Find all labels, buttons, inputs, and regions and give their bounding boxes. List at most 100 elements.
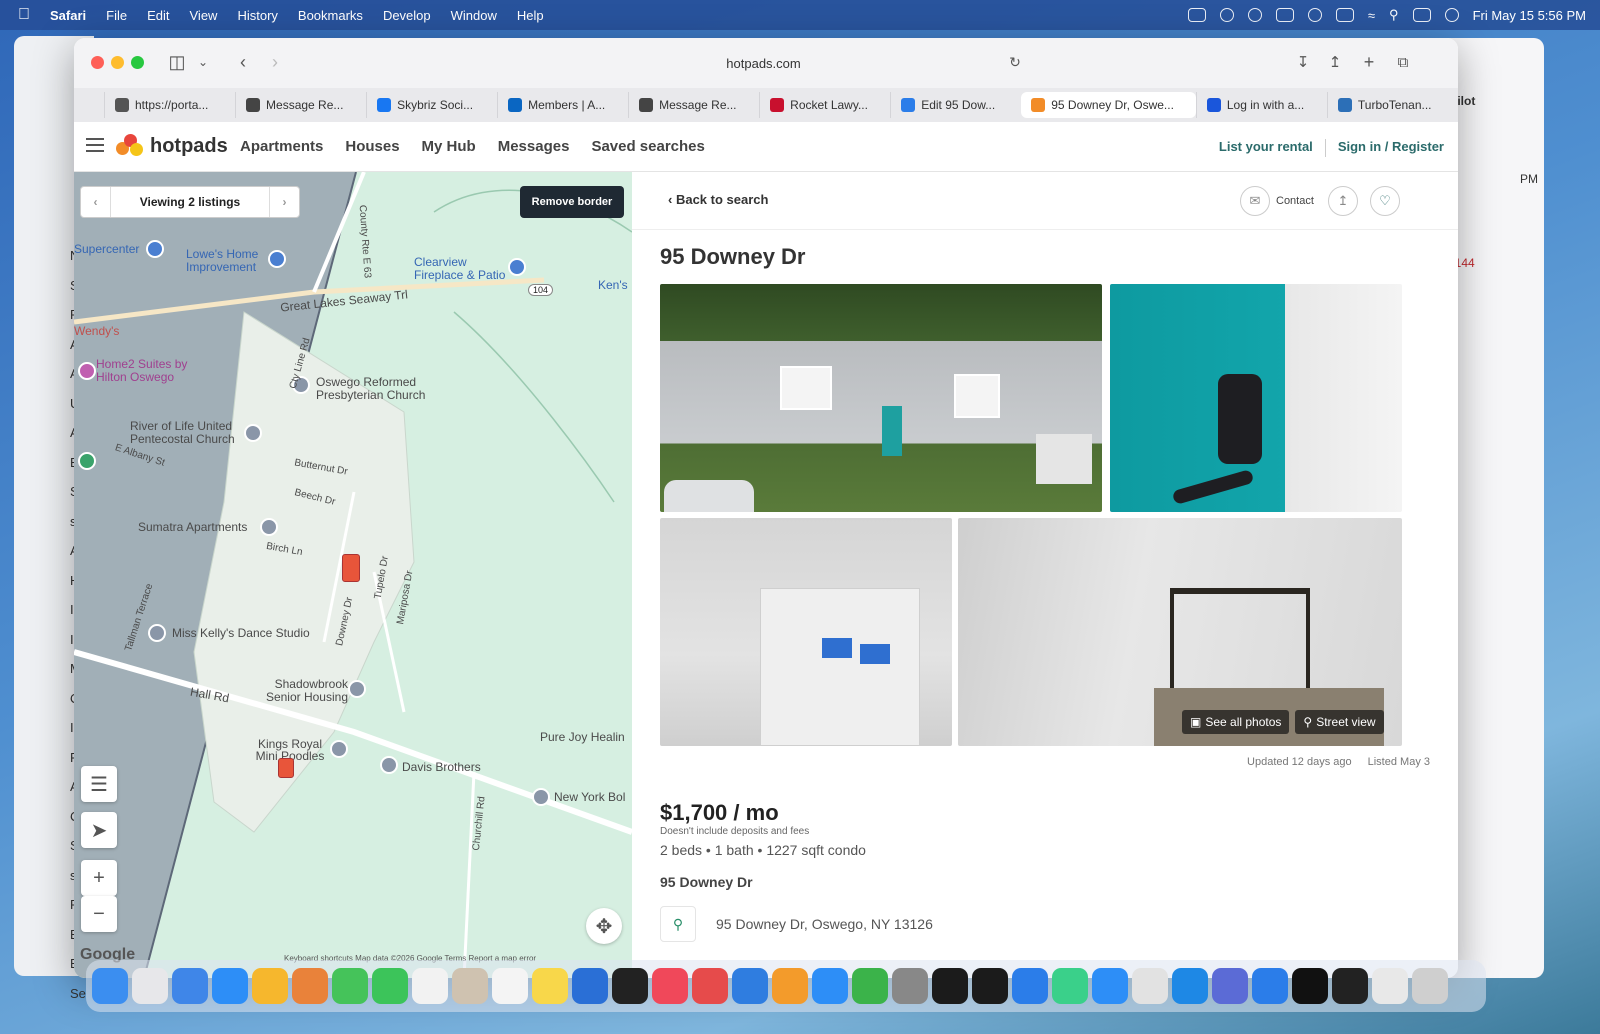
dock-app-icon[interactable] <box>932 968 968 1004</box>
dock-app-icon[interactable] <box>1212 968 1248 1004</box>
listing-marker-icon[interactable] <box>342 554 360 582</box>
dock-app-icon[interactable] <box>172 968 208 1004</box>
browser-tab[interactable]: Skybriz Soci... <box>366 92 497 118</box>
dock-app-icon[interactable] <box>572 968 608 1004</box>
siri-icon[interactable] <box>1444 8 1459 22</box>
dock-app-icon[interactable] <box>212 968 248 1004</box>
browser-tab[interactable]: Edit 95 Dow... <box>890 92 1021 118</box>
dock-app-icon[interactable] <box>332 968 368 1004</box>
dock-app-icon[interactable] <box>772 968 808 1004</box>
listing-marker-icon[interactable] <box>278 758 294 778</box>
menu-edit[interactable]: Edit <box>147 8 169 23</box>
location-icon[interactable]: ➤ <box>81 812 117 848</box>
back-to-search-link[interactable]: ‹ Back to search <box>668 192 768 207</box>
zoom-out-button[interactable]: − <box>81 896 117 932</box>
dock-app-icon[interactable] <box>1252 968 1288 1004</box>
prev-listing-button[interactable]: ‹ <box>81 187 111 217</box>
share-icon[interactable]: ↥ <box>1324 52 1346 72</box>
nav-houses[interactable]: Houses <box>345 138 399 155</box>
map-label[interactable]: Miss Kelly's Dance Studio <box>172 626 310 640</box>
hotpads-logo[interactable]: hotpads <box>116 134 228 158</box>
dock-app-icon[interactable] <box>92 968 128 1004</box>
zoom-window-button[interactable] <box>131 56 144 69</box>
dock-app-icon[interactable] <box>412 968 448 1004</box>
dock-app-icon[interactable] <box>1012 968 1048 1004</box>
map-label[interactable]: River of Life United Pentecostal Church <box>130 420 250 446</box>
dock-app-icon[interactable] <box>1332 968 1368 1004</box>
browser-tab[interactable]: Message Re... <box>235 92 366 118</box>
dock-app-icon[interactable] <box>252 968 288 1004</box>
dock-app-icon[interactable] <box>612 968 648 1004</box>
reload-icon[interactable]: ↻ <box>1004 52 1026 72</box>
dock-app-icon[interactable] <box>372 968 408 1004</box>
map-label[interactable]: Shadowbrook Senior Housing <box>258 678 348 704</box>
dock-app-icon[interactable] <box>1092 968 1128 1004</box>
photo-house-exterior[interactable] <box>660 284 1102 512</box>
menu-file[interactable]: File <box>106 8 127 23</box>
forward-icon[interactable]: › <box>264 52 286 72</box>
sign-in-link[interactable]: Sign in / Register <box>1338 139 1444 157</box>
street-view-button[interactable]: ⚲ Street view <box>1295 710 1384 734</box>
status-icon[interactable] <box>1219 8 1234 22</box>
remove-border-button[interactable]: Remove border <box>520 186 624 218</box>
sidebar-toggle-icon[interactable]: ◫ <box>166 52 188 72</box>
map-panel[interactable]: ‹ Viewing 2 listings › Remove border Sup… <box>74 172 632 978</box>
browser-tab[interactable]: Message Re... <box>628 92 759 118</box>
map-label[interactable]: Wendy's <box>74 324 119 338</box>
map-label[interactable]: Clearview Fireplace & Patio <box>414 256 514 282</box>
apple-icon[interactable]:  <box>18 6 30 24</box>
new-tab-icon[interactable]: + <box>1358 52 1380 72</box>
nav-my-hub[interactable]: My Hub <box>422 138 476 155</box>
nav-apartments[interactable]: Apartments <box>240 138 323 155</box>
dock-app-icon[interactable] <box>892 968 928 1004</box>
minimize-window-button[interactable] <box>111 56 124 69</box>
map-label[interactable]: Home2 Suites by Hilton Oswego <box>96 358 206 384</box>
search-icon[interactable]: ⚲ <box>1389 7 1399 23</box>
menu-bookmarks[interactable]: Bookmarks <box>298 8 363 23</box>
status-icon[interactable] <box>1247 8 1262 22</box>
browser-tab[interactable]: 95 Downey Dr, Oswe... <box>1021 92 1196 118</box>
battery-icon[interactable] <box>1335 8 1354 22</box>
heart-icon[interactable]: ♡ <box>1370 186 1400 216</box>
dance-studio-pin-icon[interactable] <box>148 624 166 642</box>
time-machine-icon[interactable] <box>1307 8 1322 22</box>
menu-help[interactable]: Help <box>517 8 544 23</box>
dock-app-icon[interactable] <box>732 968 768 1004</box>
housing-pin-icon[interactable] <box>348 680 366 698</box>
nav-messages[interactable]: Messages <box>498 138 570 155</box>
map-label[interactable]: Supercenter <box>74 242 139 256</box>
browser-tab[interactable]: Log in with a... <box>1195 92 1327 118</box>
dock-app-icon[interactable] <box>1412 968 1448 1004</box>
hotel-pin-icon[interactable] <box>78 362 96 380</box>
park-pin-icon[interactable] <box>78 452 96 470</box>
address-bar[interactable]: hotpads.com <box>486 47 1041 79</box>
wifi-icon[interactable]: ≈ <box>1368 8 1375 23</box>
contact-button[interactable]: ✉ Contact <box>1240 186 1314 216</box>
dock-app-icon[interactable] <box>492 968 528 1004</box>
dock-app-icon[interactable] <box>532 968 568 1004</box>
menu-clock[interactable]: Fri May 15 5:56 PM <box>1473 8 1586 23</box>
menu-history[interactable]: History <box>237 8 277 23</box>
dock-app-icon[interactable] <box>452 968 488 1004</box>
map-label[interactable]: Davis Brothers <box>402 760 481 774</box>
dock-app-icon[interactable] <box>1292 968 1328 1004</box>
browser-tab[interactable]: https://porta... <box>104 92 235 118</box>
dock-app-icon[interactable] <box>1372 968 1408 1004</box>
photo-smart-lock[interactable] <box>1110 284 1402 512</box>
dock-app-icon[interactable] <box>132 968 168 1004</box>
dock-app-icon[interactable] <box>972 968 1008 1004</box>
map-label[interactable]: Sumatra Apartments <box>138 520 247 534</box>
hamburger-menu-icon[interactable] <box>86 138 104 152</box>
dock-app-icon[interactable] <box>692 968 728 1004</box>
business-pin-icon[interactable] <box>532 788 550 806</box>
menu-window[interactable]: Window <box>451 8 497 23</box>
map-label[interactable]: Ken's <box>598 278 628 292</box>
menu-app-name[interactable]: Safari <box>50 8 86 23</box>
share-icon[interactable]: ↥ <box>1328 186 1358 216</box>
zoom-in-button[interactable]: + <box>81 860 117 896</box>
next-listing-button[interactable]: › <box>268 187 299 217</box>
list-rental-link[interactable]: List your rental <box>1219 139 1313 157</box>
store-pin-icon[interactable] <box>146 240 164 258</box>
weather-icon[interactable] <box>1275 8 1294 22</box>
see-all-photos-button[interactable]: ▣ See all photos <box>1182 710 1290 734</box>
